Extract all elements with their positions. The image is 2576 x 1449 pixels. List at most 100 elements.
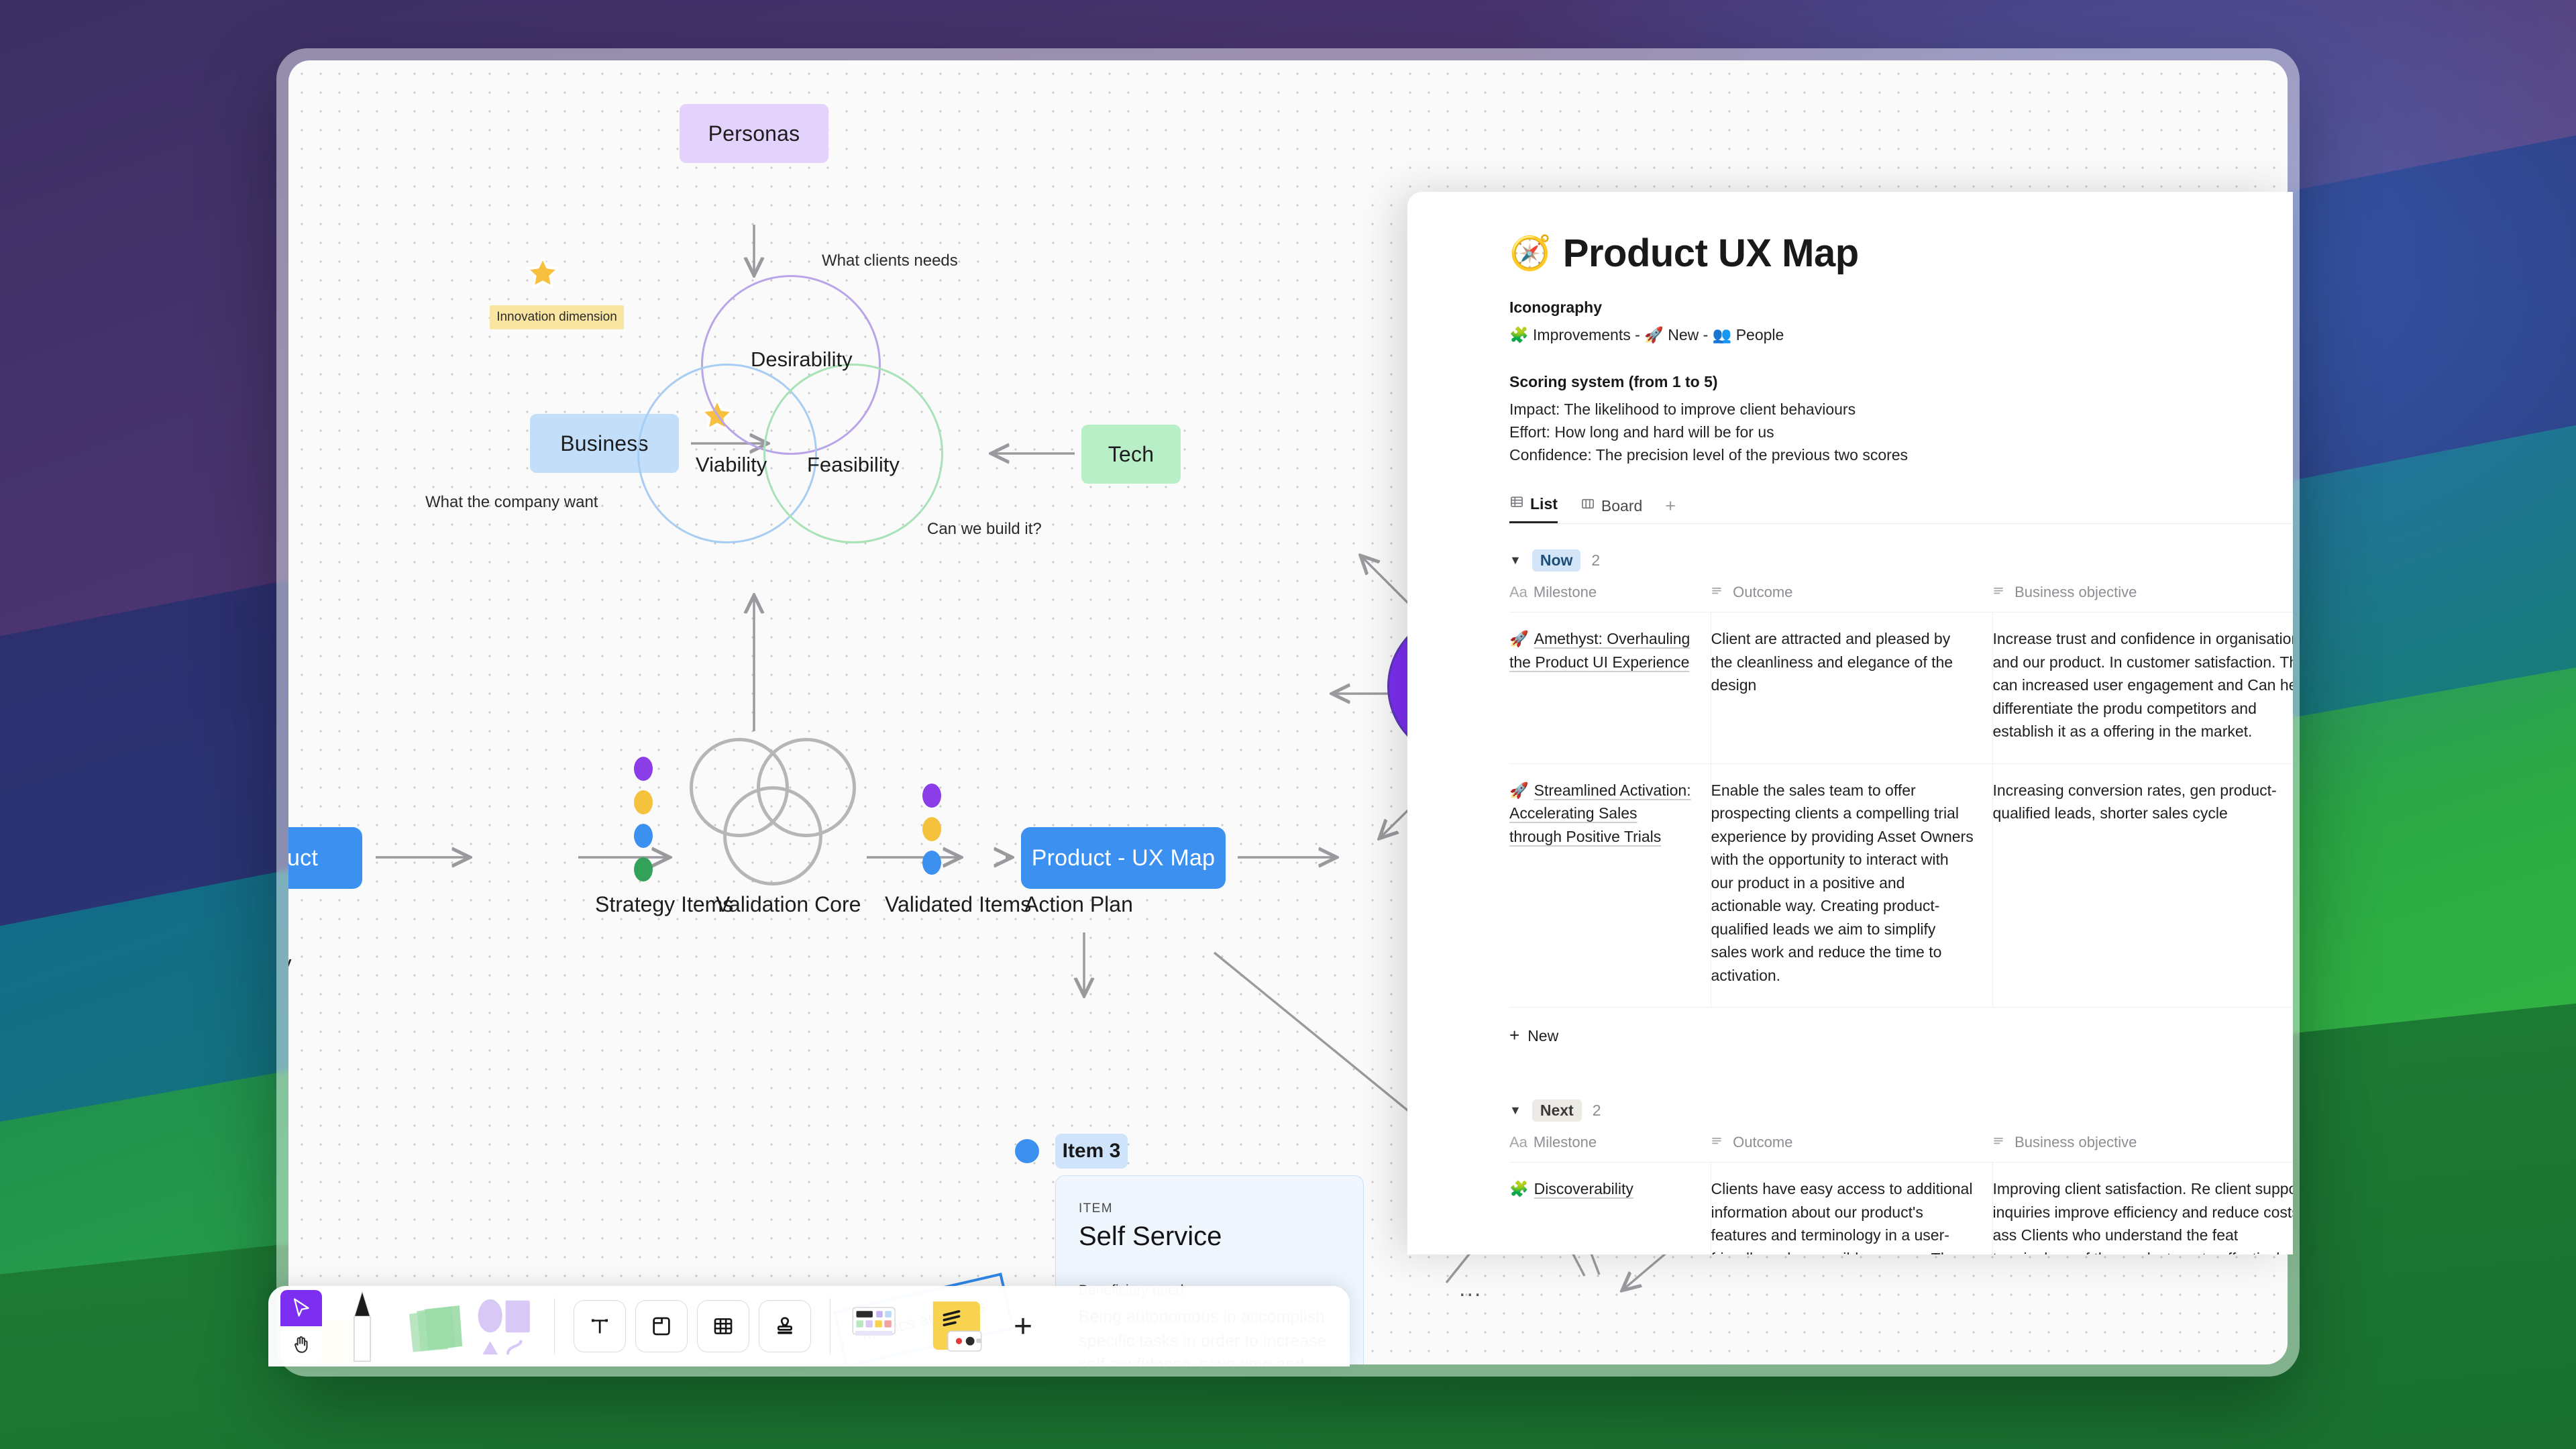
validated-dot-purple[interactable] — [922, 784, 941, 808]
node-product-left-label: uct — [288, 845, 318, 871]
group-next: ▼ Next 2 Aa Milestone Outcome Business o… — [1509, 1099, 2293, 1254]
col-milestone[interactable]: Aa Milestone — [1509, 1134, 1711, 1163]
table-row[interactable]: 🚀 Amethyst: Overhauling the Product UI Ex… — [1509, 612, 2293, 764]
hand-icon[interactable] — [280, 1326, 322, 1362]
item3-dot[interactable] — [1015, 1139, 1039, 1163]
milestone-link[interactable]: Amethyst: Overhauling the Product UI Exp… — [1509, 630, 1690, 671]
add-view-button[interactable]: + — [1665, 496, 1676, 523]
title-type-icon: Aa — [1509, 1134, 1527, 1151]
rocket-icon: 🚀 — [1509, 781, 1529, 799]
col-business-objective[interactable]: Business objective — [1992, 1134, 2293, 1163]
cell-outcome[interactable]: Client are attracted and pleased by the … — [1711, 612, 1993, 764]
group-now-count: 2 — [1591, 551, 1601, 570]
node-tech-label: Tech — [1108, 441, 1155, 466]
cell-business-objective[interactable]: Increasing conversion rates, gen product… — [1992, 763, 2293, 1008]
whiteboard-toolbar[interactable]: + — [268, 1286, 1350, 1366]
scoring-heading: Scoring system (from 1 to 5) — [1509, 373, 1718, 391]
text-type-icon — [1992, 1134, 2008, 1150]
group-next-count: 2 — [1592, 1102, 1601, 1120]
group-label-validated-items: Validated Items — [885, 892, 1032, 916]
table-tool-button[interactable] — [697, 1300, 749, 1352]
board-icon — [1580, 496, 1595, 515]
sticky-notes-tool[interactable] — [402, 1289, 464, 1363]
cursor-arrow-icon[interactable] — [280, 1290, 322, 1326]
item3-tag-label: Item 3 — [1062, 1140, 1121, 1162]
table-icon — [1509, 494, 1524, 513]
view-tabs: List Board + — [1509, 494, 2293, 525]
cell-milestone[interactable]: 🚀 Amethyst: Overhauling the Product UI Ex… — [1509, 612, 1711, 764]
table-row[interactable]: 🧩 Discoverability Clients have easy acces… — [1509, 1162, 2293, 1254]
group-now-pill: Now — [1532, 549, 1581, 572]
chevron-down-icon[interactable]: ▼ — [1509, 1104, 1521, 1118]
cell-business-objective[interactable]: Increase trust and confidence in organis… — [1992, 612, 2293, 764]
tab-list[interactable]: List — [1509, 494, 1558, 524]
tab-board[interactable]: Board — [1580, 496, 1642, 523]
strategy-dot-blue[interactable] — [634, 824, 653, 848]
group-label-action-plan: Action Plan — [1024, 892, 1133, 916]
group-label-strategy-left: tegy — [288, 951, 291, 976]
validated-dot-blue[interactable] — [922, 851, 941, 875]
strategy-dot-green[interactable] — [634, 857, 653, 881]
table-row[interactable]: 🚀 Streamlined Activation: Accelerating Sa… — [1509, 763, 2293, 1008]
col-business-objective-label: Business objective — [2015, 584, 2137, 601]
text-type-icon — [1992, 584, 2008, 600]
card-kicker: ITEM — [1079, 1201, 1113, 1216]
iconography-block: Iconography 🧩 Improvements - 🚀 New - 👥 P… — [1509, 299, 2293, 346]
col-milestone-label: Milestone — [1533, 584, 1597, 601]
cell-outcome[interactable]: Enable the sales team to offer prospecti… — [1711, 763, 1993, 1008]
group-label-strategy-items: Strategy Items — [595, 892, 734, 916]
edge-label-client-needs: What clients needs — [822, 252, 958, 270]
text-type-icon — [1711, 584, 1727, 600]
validation-circle-3[interactable] — [723, 786, 822, 885]
strategy-dot-yellow[interactable] — [634, 790, 653, 814]
chevron-down-icon[interactable]: ▼ — [1509, 553, 1521, 568]
col-outcome-label: Outcome — [1733, 1134, 1793, 1151]
milestone-link[interactable]: Streamlined Activation: Accelerating Sal… — [1509, 782, 1691, 845]
widgets-icon[interactable] — [849, 1297, 914, 1355]
cell-milestone[interactable]: 🧩 Discoverability — [1509, 1162, 1711, 1254]
node-product-ux-map-label: Product - UX Map — [1031, 845, 1216, 871]
node-product-ux-map[interactable]: Product - UX Map — [1021, 827, 1226, 889]
toolbar-group-tools — [280, 1289, 535, 1363]
compass-icon: 🧭 — [1509, 234, 1551, 272]
text-tool-button[interactable] — [574, 1300, 626, 1352]
sticky-innovation-dimension[interactable]: Innovation dimension — [490, 305, 624, 329]
cell-milestone[interactable]: 🚀 Streamlined Activation: Accelerating Sa… — [1509, 763, 1711, 1008]
add-more-button[interactable]: + — [997, 1300, 1049, 1352]
star-icon — [523, 254, 562, 292]
cell-business-objective[interactable]: Improving client satisfaction. Re client… — [1992, 1162, 2293, 1254]
pen-tool[interactable] — [331, 1289, 393, 1363]
shapes-tool[interactable] — [474, 1289, 535, 1363]
page-title: 🧭 Product UX Map — [1509, 231, 2293, 276]
col-business-objective[interactable]: Business objective — [1992, 584, 2293, 612]
col-outcome[interactable]: Outcome — [1711, 584, 1992, 612]
sticker-icon[interactable] — [923, 1297, 987, 1355]
item3-tag[interactable]: Item 3 — [1055, 1134, 1128, 1169]
card-title: Self Service — [1079, 1222, 1222, 1251]
milestone-link[interactable]: Discoverability — [1534, 1180, 1633, 1197]
cursor-tool-group[interactable] — [280, 1290, 322, 1362]
iconography-line: 🧩 Improvements - 🚀 New - 👥 People — [1509, 326, 1784, 343]
table-header-row: Aa Milestone Outcome Business objective — [1509, 1134, 2293, 1163]
tab-list-label: List — [1530, 494, 1558, 513]
stamp-tool-button[interactable] — [759, 1300, 811, 1352]
node-product-left[interactable]: uct — [288, 827, 362, 889]
notion-document-panel[interactable]: 🧭 Product UX Map Iconography 🧩 Improveme… — [1407, 192, 2293, 1254]
frame-tool-button[interactable] — [635, 1300, 688, 1352]
group-now: ▼ Now 2 Aa Milestone Outcome Business ob… — [1509, 549, 2293, 1069]
strategy-dot-purple[interactable] — [634, 757, 653, 781]
col-outcome[interactable]: Outcome — [1711, 1134, 1992, 1163]
validated-dot-yellow[interactable] — [922, 817, 941, 841]
group-now-header[interactable]: ▼ Now 2 — [1509, 549, 2293, 572]
group-label-validation-core: Validation Core — [716, 892, 861, 916]
node-tech[interactable]: Tech — [1081, 425, 1181, 484]
rocket-icon: 🚀 — [1509, 630, 1529, 648]
add-new-row-button[interactable]: + New — [1509, 1007, 2293, 1069]
group-next-header[interactable]: ▼ Next 2 — [1509, 1099, 2293, 1122]
node-business-label: Business — [560, 431, 649, 455]
page-title-text: Product UX Map — [1562, 231, 1859, 275]
col-milestone[interactable]: Aa Milestone — [1509, 584, 1711, 612]
cell-outcome[interactable]: Clients have easy access to additional i… — [1711, 1162, 1993, 1254]
node-personas[interactable]: Personas — [680, 104, 828, 163]
add-view-label: + — [1665, 496, 1676, 517]
